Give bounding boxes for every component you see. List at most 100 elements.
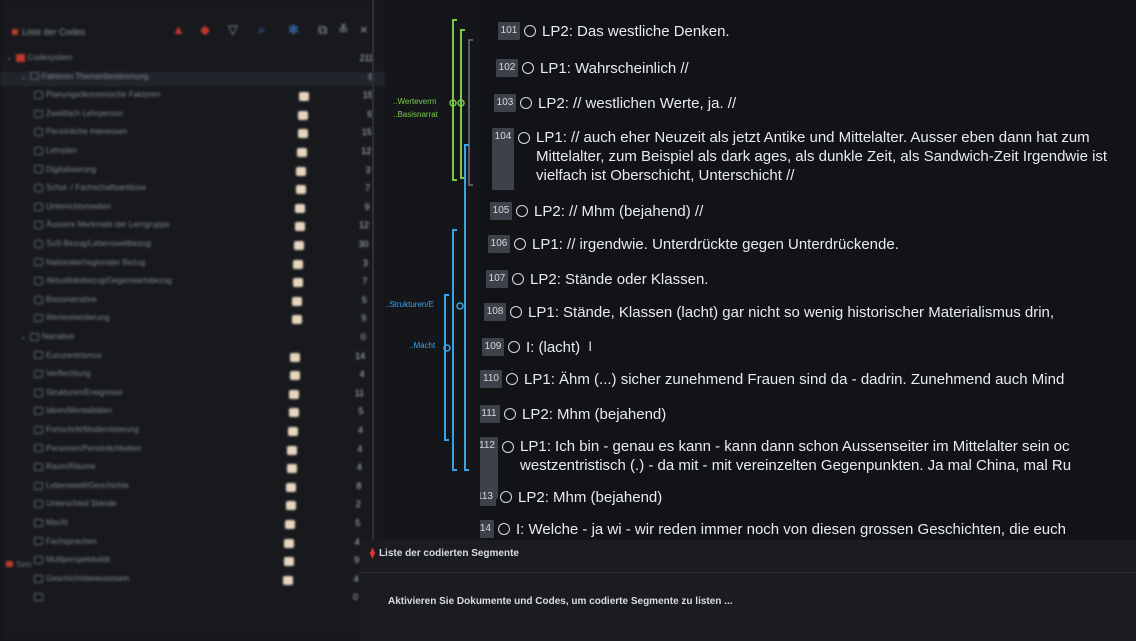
code-item[interactable]: Macht 5 bbox=[0, 518, 385, 532]
code-item[interactable]: Planungsökonomische Faktoren 15 bbox=[0, 90, 385, 104]
code-color-swatch[interactable] bbox=[285, 501, 296, 511]
code-item[interactable]: Unterrichtsmedien 9 bbox=[0, 202, 385, 216]
code-color-swatch[interactable] bbox=[289, 389, 300, 399]
paragraph-number[interactable]: 101 bbox=[498, 22, 520, 41]
code-color-swatch[interactable] bbox=[297, 148, 307, 157]
paragraph-row[interactable]: 102 LP1: Wahrscheinlich // bbox=[496, 59, 689, 78]
clock-icon[interactable] bbox=[518, 132, 530, 144]
code-item[interactable]: 0 bbox=[0, 592, 385, 606]
paragraph-row[interactable]: 111 LP2: Mhm (bejahend) bbox=[480, 405, 666, 424]
collapse-icon[interactable]: ≚ bbox=[338, 22, 349, 38]
code-color-swatch[interactable] bbox=[293, 259, 304, 269]
chevron-down-icon[interactable]: ⌄ bbox=[20, 332, 27, 341]
paragraph-number[interactable]: 103 bbox=[494, 94, 516, 113]
settings-icon[interactable]: ✻ bbox=[288, 22, 299, 38]
code-item[interactable]: Raum/Räume 4 bbox=[0, 462, 385, 476]
paragraph-row[interactable]: 109 I: (lacht) I bbox=[482, 338, 592, 357]
search-icon[interactable]: ⌕ bbox=[258, 22, 265, 38]
sets-item[interactable]: Sets bbox=[6, 560, 32, 569]
code-color-swatch[interactable] bbox=[283, 575, 294, 585]
paragraph-text[interactable]: LP2: // westlichen Werte, ja. // bbox=[538, 95, 736, 112]
code-item[interactable]: Persönliche Interessen 15 bbox=[0, 127, 385, 141]
code-item[interactable]: ⌄ Codesystem 211 bbox=[0, 53, 385, 67]
paragraph-text[interactable]: LP2: Mhm (bejahend) bbox=[522, 406, 666, 423]
code-item[interactable]: Schul- / Fachschaftsanlässe 7 bbox=[0, 183, 385, 197]
paragraph-number[interactable]: 106 bbox=[488, 235, 510, 254]
code-color-swatch[interactable] bbox=[286, 482, 297, 492]
code-color-swatch[interactable] bbox=[283, 557, 294, 567]
clock-icon[interactable] bbox=[516, 205, 528, 218]
code-item[interactable]: Geschichtsbewusstsein 4 bbox=[0, 574, 385, 588]
code-item[interactable]: Werteorientierung 9 bbox=[0, 313, 385, 327]
clock-icon[interactable] bbox=[506, 373, 518, 386]
clock-icon[interactable] bbox=[500, 491, 512, 504]
stripe-gray[interactable] bbox=[468, 39, 473, 186]
stripe-label-strukturen[interactable]: ..Strukturen/E bbox=[385, 300, 434, 309]
code-color-swatch[interactable] bbox=[286, 464, 297, 474]
clock-icon[interactable] bbox=[508, 341, 520, 354]
code-color-swatch[interactable] bbox=[296, 166, 307, 176]
paragraph-row[interactable]: 103 LP2: // westlichen Werte, ja. // bbox=[494, 94, 736, 113]
paragraph-text[interactable]: LP1: Wahrscheinlich // bbox=[540, 60, 689, 77]
code-color-swatch[interactable] bbox=[291, 315, 302, 325]
code-color-swatch[interactable] bbox=[289, 371, 300, 381]
paragraph-row[interactable]: 104 LP1: // auch eher Neuzeit als jetzt A… bbox=[492, 128, 1136, 190]
stripe-blue-2[interactable] bbox=[452, 229, 457, 471]
paragraph-text[interactable]: LP1: Ich bin - genau es kann - kann dann… bbox=[520, 437, 1120, 475]
stripe-blue-1[interactable] bbox=[464, 144, 469, 471]
code-item[interactable]: ⌄ Narrative 0 bbox=[0, 332, 385, 346]
clock-icon[interactable] bbox=[504, 408, 516, 421]
paragraph-number[interactable]: 105 bbox=[490, 202, 512, 221]
stripe-blue-3[interactable] bbox=[444, 294, 449, 441]
code-item[interactable]: Digitalisierung 3 bbox=[0, 165, 385, 179]
code-color-swatch[interactable] bbox=[292, 278, 303, 288]
clock-icon[interactable] bbox=[512, 273, 524, 286]
filter-icon[interactable]: ▽ bbox=[228, 22, 238, 38]
code-item[interactable]: Eurozentrismus 14 bbox=[0, 351, 385, 365]
paragraph-row[interactable]: 113 LP2: Mhm (bejahend) bbox=[480, 488, 662, 507]
paragraph-row[interactable]: 110 LP1: Ähm (...) sicher zunehmend Fraue… bbox=[480, 370, 1064, 389]
code-item[interactable]: Multiperspektivität 9 bbox=[0, 555, 385, 569]
code-color-swatch[interactable] bbox=[295, 185, 306, 195]
code-color-swatch[interactable] bbox=[287, 445, 298, 455]
paragraph-text[interactable]: LP1: Stände, Klassen (lacht) gar nicht s… bbox=[528, 304, 1054, 321]
stripe-label-basisnarrat[interactable]: ..Basisnarrat bbox=[393, 110, 438, 119]
clock-icon[interactable] bbox=[498, 523, 510, 536]
paragraph-text[interactable]: LP2: Mhm (bejahend) bbox=[518, 489, 662, 506]
code-item[interactable]: Basisnarrative 5 bbox=[0, 295, 385, 309]
clock-icon[interactable] bbox=[502, 441, 514, 453]
paragraph-row[interactable]: 105 LP2: // Mhm (bejahend) // bbox=[490, 202, 703, 221]
paragraph-number[interactable]: 109 bbox=[482, 338, 504, 357]
code-item[interactable]: Nationaler/regionaler Bezug 3 bbox=[0, 258, 385, 272]
paragraph-text[interactable]: I: Welche - ja wi - wir reden immer noch… bbox=[516, 521, 1066, 538]
code-color-swatch[interactable] bbox=[294, 241, 304, 250]
code-color-swatch[interactable] bbox=[284, 538, 295, 548]
code-item[interactable]: Personen/Persönlichkeiten 4 bbox=[0, 444, 385, 458]
paragraph-number[interactable]: 113 bbox=[480, 488, 496, 507]
code-item[interactable]: Unterschied Stände 2 bbox=[0, 499, 385, 513]
paragraph-row[interactable]: 106 LP1: // irgendwie. Unterdrückte gegen… bbox=[488, 235, 899, 254]
code-item[interactable]: SuS-Bezug/Lebensweltbezug 30 bbox=[0, 239, 385, 253]
paragraph-number[interactable]: 102 bbox=[496, 59, 518, 78]
paragraph-number[interactable]: 108 bbox=[484, 303, 506, 322]
paragraph-row[interactable]: 108 LP1: Stände, Klassen (lacht) gar nich… bbox=[484, 303, 1054, 322]
code-item[interactable]: Fortschritt/Modernisierung 4 bbox=[0, 425, 385, 439]
paragraph-text[interactable]: LP2: Das westliche Denken. bbox=[542, 23, 730, 40]
code-color-swatch[interactable] bbox=[294, 222, 305, 232]
paragraph-text[interactable]: I: (lacht) bbox=[526, 339, 580, 356]
code-item[interactable]: ⌄ Faktoren Themenbestimmung 0 bbox=[0, 71, 385, 86]
code-item[interactable]: Lehrplan 12 bbox=[0, 146, 385, 160]
paragraph-number[interactable]: 111 bbox=[480, 405, 500, 424]
clock-icon[interactable] bbox=[510, 306, 522, 319]
chevron-down-icon[interactable]: ⌄ bbox=[20, 72, 27, 81]
paragraph-number[interactable]: 114 bbox=[480, 520, 494, 539]
chevron-down-icon[interactable]: ⌄ bbox=[6, 53, 13, 62]
paragraph-text[interactable]: LP1: // irgendwie. Unterdrückte gegen Un… bbox=[532, 236, 899, 253]
code-item[interactable]: Äussere Merkmale der Lerngruppe 12 bbox=[0, 220, 385, 234]
clock-icon[interactable] bbox=[514, 238, 526, 251]
code-item[interactable]: Ideen/Mentalitäten 5 bbox=[0, 406, 385, 420]
code-color-swatch[interactable] bbox=[288, 427, 298, 436]
stripe-label-macht[interactable]: ..Macht bbox=[409, 341, 435, 350]
code-color-swatch[interactable] bbox=[298, 92, 309, 102]
code-item[interactable]: Aktualitätsbezug/Gegenwartsbezug 7 bbox=[0, 276, 385, 290]
